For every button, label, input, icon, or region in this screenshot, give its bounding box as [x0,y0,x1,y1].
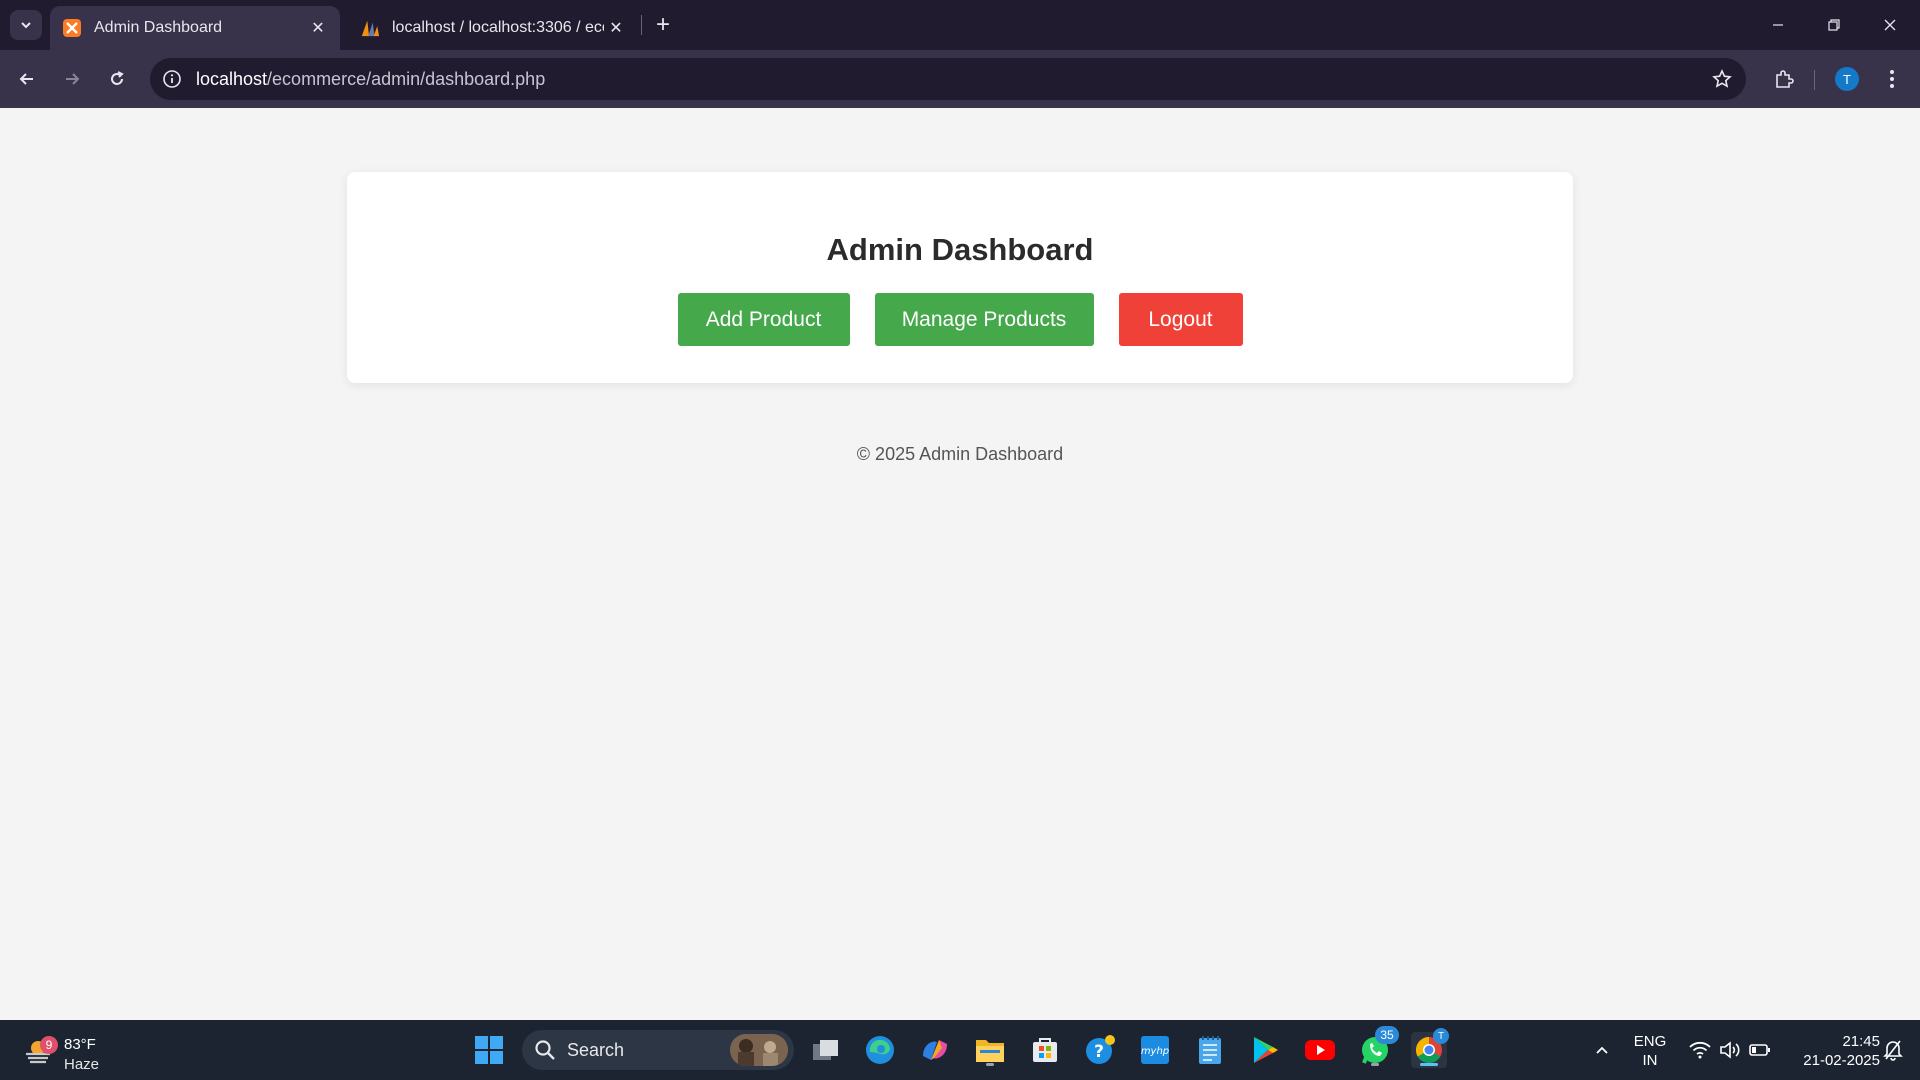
svg-text:myhp: myhp [1141,1046,1169,1057]
copilot-icon [923,1040,947,1060]
close-window-button[interactable] [1862,0,1918,50]
battery-icon [1749,1044,1770,1056]
microsoft-store-icon [1033,1038,1057,1062]
bookmark-star-icon[interactable] [1710,67,1734,91]
reload-button[interactable] [99,61,135,97]
myhp-taskbar-button[interactable]: myhp [1137,1032,1173,1068]
browser-tab-strip: Admin Dashboard ✕ localhost / localhost:… [0,0,1920,50]
whatsapp-badge: 35 [1375,1026,1399,1044]
weather-badge: 9 [40,1036,58,1054]
running-indicator [1371,1063,1379,1066]
close-tab-icon[interactable]: ✕ [306,16,330,40]
active-indicator [1420,1063,1438,1066]
tab-search-button[interactable] [10,10,42,40]
weather-widget[interactable]: 9 83°F Haze [20,1028,140,1073]
tab-phpmyadmin[interactable]: localhost / localhost:3306 / eco ✕ [348,6,638,50]
tab-separator [641,15,642,35]
clock-time: 21:45 [1842,1033,1880,1050]
file-explorer-taskbar-button[interactable] [972,1032,1008,1068]
close-tab-icon[interactable]: ✕ [604,16,628,40]
whatsapp-taskbar-button[interactable]: 35 [1357,1026,1399,1068]
page-title: Admin Dashboard [826,232,1094,267]
xampp-icon [62,18,82,38]
toolbar-separator [1814,70,1815,90]
logout-button[interactable]: Logout [1118,293,1243,346]
notification-bell-icon [1883,1040,1903,1061]
clock[interactable]: 21:45 21-02-2025 [1780,1032,1880,1070]
edge-taskbar-button[interactable] [862,1032,898,1068]
page-footer: © 2025 Admin Dashboard [856,444,1064,464]
volume-icon [1720,1041,1740,1059]
forward-button[interactable] [54,61,90,97]
close-icon [1884,19,1896,31]
chevron-up-icon [1596,1046,1608,1054]
url-path: /ecommerce/admin/dashboard.php [267,69,546,89]
browser-menu-button[interactable] [1880,61,1904,97]
puzzle-icon [1776,70,1794,88]
task-view-icon [813,1040,838,1060]
task-view-button[interactable] [808,1032,844,1068]
play-store-taskbar-button[interactable] [1247,1032,1283,1068]
store-taskbar-button[interactable] [1027,1032,1063,1068]
show-hidden-icons-button[interactable] [1584,1032,1620,1068]
chrome-profile-badge: T [1433,1028,1449,1044]
tab-title: Admin Dashboard [94,19,223,36]
taskbar-search[interactable]: Search [522,1030,794,1070]
notepad-icon [1199,1036,1221,1064]
site-info-icon[interactable] [160,67,184,91]
youtube-icon [1305,1040,1335,1060]
arrow-right-icon [66,73,80,85]
help-icon: ? [1086,1035,1115,1064]
more-vertical-icon [1890,70,1894,88]
add-product-button[interactable]: Add Product [677,293,850,346]
windows-start-icon [475,1036,503,1064]
chrome-taskbar-button[interactable]: T [1411,1028,1449,1068]
reload-icon [111,71,124,85]
tab-title: localhost / localhost:3306 / eco [392,19,604,36]
weather-condition: Haze [64,1056,100,1073]
url-host: localhost [196,69,268,89]
extensions-button[interactable] [1766,61,1802,97]
back-button[interactable] [9,61,45,97]
dashboard-card: Admin Dashboard Add Product Manage Produ… [347,172,1573,383]
quick-settings-button[interactable] [1680,1032,1780,1068]
profile-avatar[interactable]: T [1835,67,1859,91]
get-help-taskbar-button[interactable]: ? [1082,1032,1118,1068]
running-indicator [986,1063,994,1066]
myhp-icon: myhp [1141,1036,1169,1064]
browser-toolbar: localhost/ecommerce/admin/dashboard.php … [0,50,1920,108]
chevron-down-icon [21,22,31,29]
arrow-left-icon [19,73,33,85]
notification-button[interactable] [1878,1032,1908,1068]
language-region: IN [1642,1052,1658,1069]
weather-temperature: 83°F [64,1036,96,1053]
copilot-taskbar-button[interactable] [917,1032,953,1068]
search-highlight-image [730,1034,788,1066]
youtube-taskbar-button[interactable] [1302,1032,1338,1068]
google-play-icon [1254,1037,1278,1063]
new-tab-button[interactable]: + [650,10,676,40]
start-button[interactable] [471,1032,507,1068]
search-icon [535,1040,555,1060]
dashboard-actions: Add Product Manage Products Logout [347,293,1573,346]
manage-products-button[interactable]: Manage Products [874,293,1094,346]
wifi-icon [1689,1041,1711,1059]
address-bar[interactable]: localhost/ecommerce/admin/dashboard.php [150,58,1746,100]
folder-icon [976,1040,1004,1062]
svg-text:?: ? [1094,1042,1104,1062]
restore-button[interactable] [1806,0,1862,50]
restore-icon [1828,19,1840,31]
edge-icon [866,1036,894,1064]
phpmyadmin-icon [360,18,380,38]
notepad-taskbar-button[interactable] [1192,1032,1228,1068]
windows-taskbar: 9 83°F Haze Search ? myhp 35 T ENG IN 21… [0,1020,1920,1080]
search-label: Search [567,1040,625,1060]
minimize-icon [1773,24,1783,26]
language-code: ENG [1633,1033,1667,1050]
url-text[interactable]: localhost/ecommerce/admin/dashboard.php [196,69,545,90]
language-indicator[interactable]: ENG IN [1628,1032,1672,1070]
minimize-button[interactable] [1750,0,1806,50]
tab-admin-dashboard[interactable]: Admin Dashboard ✕ [50,6,340,50]
clock-date: 21-02-2025 [1803,1052,1880,1069]
